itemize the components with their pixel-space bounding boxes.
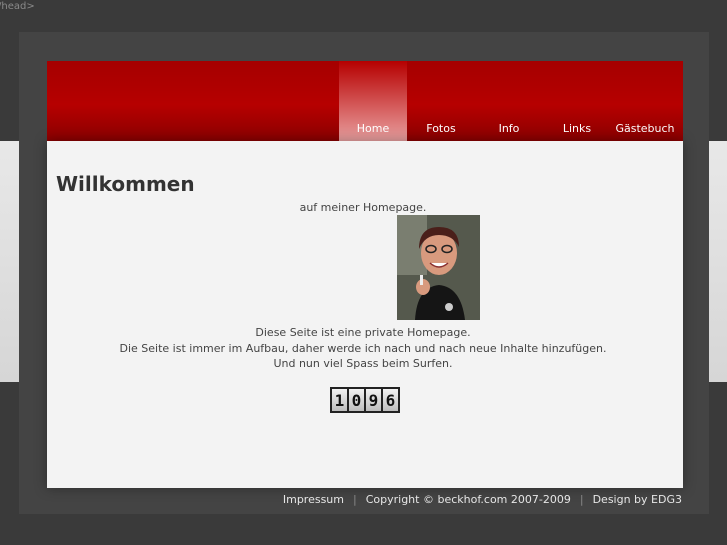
impressum-link[interactable]: Impressum: [283, 493, 344, 506]
nav-item-home[interactable]: Home: [339, 61, 407, 141]
main-navigation: Home Fotos Info Links Gästebuch: [339, 61, 679, 141]
nav-item-label: Gästebuch: [615, 122, 675, 135]
visitor-counter: 1 0 9 6: [330, 387, 400, 413]
portrait-photo: [397, 215, 480, 320]
portrait-illustration: [397, 215, 480, 320]
counter-digit: 1: [332, 389, 347, 411]
nav-item-fotos[interactable]: Fotos: [407, 61, 475, 141]
page-title: Willkommen: [56, 172, 195, 196]
intro-line: Die Seite ist immer im Aufbau, daher wer…: [119, 341, 607, 355]
counter-digit: 6: [383, 389, 398, 411]
footer-separator: |: [353, 493, 357, 506]
nav-item-info[interactable]: Info: [475, 61, 543, 141]
counter-digit: 0: [349, 389, 364, 411]
nav-item-label: Home: [356, 122, 390, 135]
copyright-text: Copyright © beckhof.com 2007-2009: [365, 493, 571, 506]
nav-item-label: Links: [562, 122, 592, 135]
stray-markup-text: /head>: [0, 1, 35, 12]
intro-line: Und nun viel Spass beim Surfen.: [273, 357, 453, 370]
design-credit-link[interactable]: Design by EDG3: [593, 493, 682, 506]
nav-item-gaestebuch[interactable]: Gästebuch: [611, 61, 679, 141]
content-area: Willkommen auf meiner Homepage. Diese Se…: [47, 141, 683, 488]
nav-item-label: Info: [498, 122, 520, 135]
intro-text: Diese Seite ist eine private Homepage. D…: [47, 325, 679, 372]
nav-item-links[interactable]: Links: [543, 61, 611, 141]
intro-line: Diese Seite ist eine private Homepage.: [255, 326, 471, 339]
footer-separator: |: [579, 493, 584, 506]
site-footer: Impressum | Copyright © beckhof.com 2007…: [283, 493, 682, 506]
nav-item-label: Fotos: [426, 122, 456, 135]
page-subtitle: auf meiner Homepage.: [299, 201, 427, 214]
counter-digit: 9: [366, 389, 381, 411]
